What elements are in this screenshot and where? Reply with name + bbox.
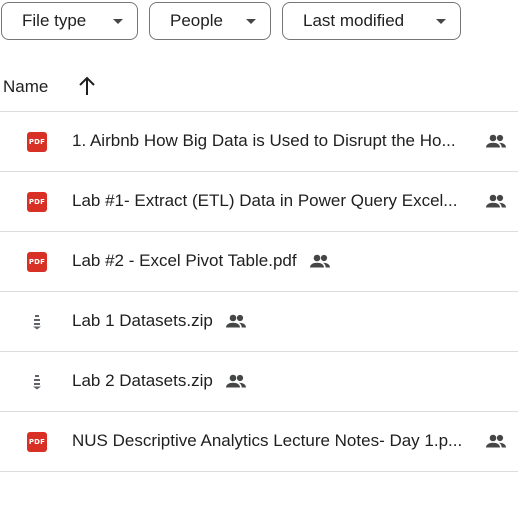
people-icon xyxy=(485,194,507,208)
pdf-badge: PDF xyxy=(27,192,47,212)
arrow-up-icon[interactable] xyxy=(77,75,97,97)
file-row[interactable]: Lab 2 Datasets.zip xyxy=(0,352,518,412)
dropdown-arrow-icon xyxy=(113,19,123,24)
file-name-cell: Lab #2 - Excel Pivot Table.pdf xyxy=(72,251,331,271)
people-icon xyxy=(485,434,507,448)
file-name[interactable]: 1. Airbnb How Big Data is Used to Disrup… xyxy=(72,131,473,151)
people-filter[interactable]: People xyxy=(149,2,271,40)
file-name[interactable]: NUS Descriptive Analytics Lecture Notes-… xyxy=(72,431,473,451)
file-name[interactable]: Lab 2 Datasets.zip xyxy=(72,371,213,391)
dropdown-arrow-icon xyxy=(436,19,446,24)
people-icon xyxy=(309,254,331,268)
file-name[interactable]: Lab #1- Extract (ETL) Data in Power Quer… xyxy=(72,191,473,211)
dropdown-arrow-icon xyxy=(246,19,256,24)
file-name-cell: NUS Descriptive Analytics Lecture Notes-… xyxy=(72,431,507,451)
file-row[interactable]: Lab 1 Datasets.zip xyxy=(0,292,518,352)
people-icon xyxy=(225,314,247,328)
list-header: Name xyxy=(0,62,518,112)
name-column-header[interactable]: Name xyxy=(3,77,48,97)
pdf-badge: PDF xyxy=(27,252,47,272)
file-name-cell: 1. Airbnb How Big Data is Used to Disrup… xyxy=(72,131,507,151)
file-type-filter[interactable]: File type xyxy=(1,2,138,40)
last-modified-filter-label: Last modified xyxy=(303,11,405,30)
file-list: PDF 1. Airbnb How Big Data is Used to Dis… xyxy=(0,112,518,472)
file-name[interactable]: Lab #2 - Excel Pivot Table.pdf xyxy=(72,251,297,271)
pdf-icon: PDF xyxy=(27,252,47,272)
file-row[interactable]: PDF NUS Descriptive Analytics Lecture Not… xyxy=(0,412,518,472)
filter-bar: File type People Last modified xyxy=(0,2,518,42)
file-name-cell: Lab 1 Datasets.zip xyxy=(72,311,247,331)
file-name-cell: Lab #1- Extract (ETL) Data in Power Quer… xyxy=(72,191,507,211)
pdf-icon: PDF xyxy=(27,432,47,452)
file-row[interactable]: PDF Lab #2 - Excel Pivot Table.pdf xyxy=(0,232,518,292)
file-type-filter-label: File type xyxy=(22,11,87,30)
file-row[interactable]: PDF Lab #1- Extract (ETL) Data in Power Q… xyxy=(0,172,518,232)
people-filter-label: People xyxy=(170,11,223,30)
pdf-icon: PDF xyxy=(27,132,47,152)
pdf-badge: PDF xyxy=(27,132,47,152)
pdf-badge: PDF xyxy=(27,432,47,452)
people-icon xyxy=(485,134,507,148)
zip-icon xyxy=(27,372,47,392)
pdf-icon: PDF xyxy=(27,192,47,212)
people-icon xyxy=(225,374,247,388)
file-name[interactable]: Lab 1 Datasets.zip xyxy=(72,311,213,331)
zip-icon xyxy=(27,312,47,332)
last-modified-filter[interactable]: Last modified xyxy=(282,2,461,40)
file-name-cell: Lab 2 Datasets.zip xyxy=(72,371,247,391)
file-row[interactable]: PDF 1. Airbnb How Big Data is Used to Dis… xyxy=(0,112,518,172)
